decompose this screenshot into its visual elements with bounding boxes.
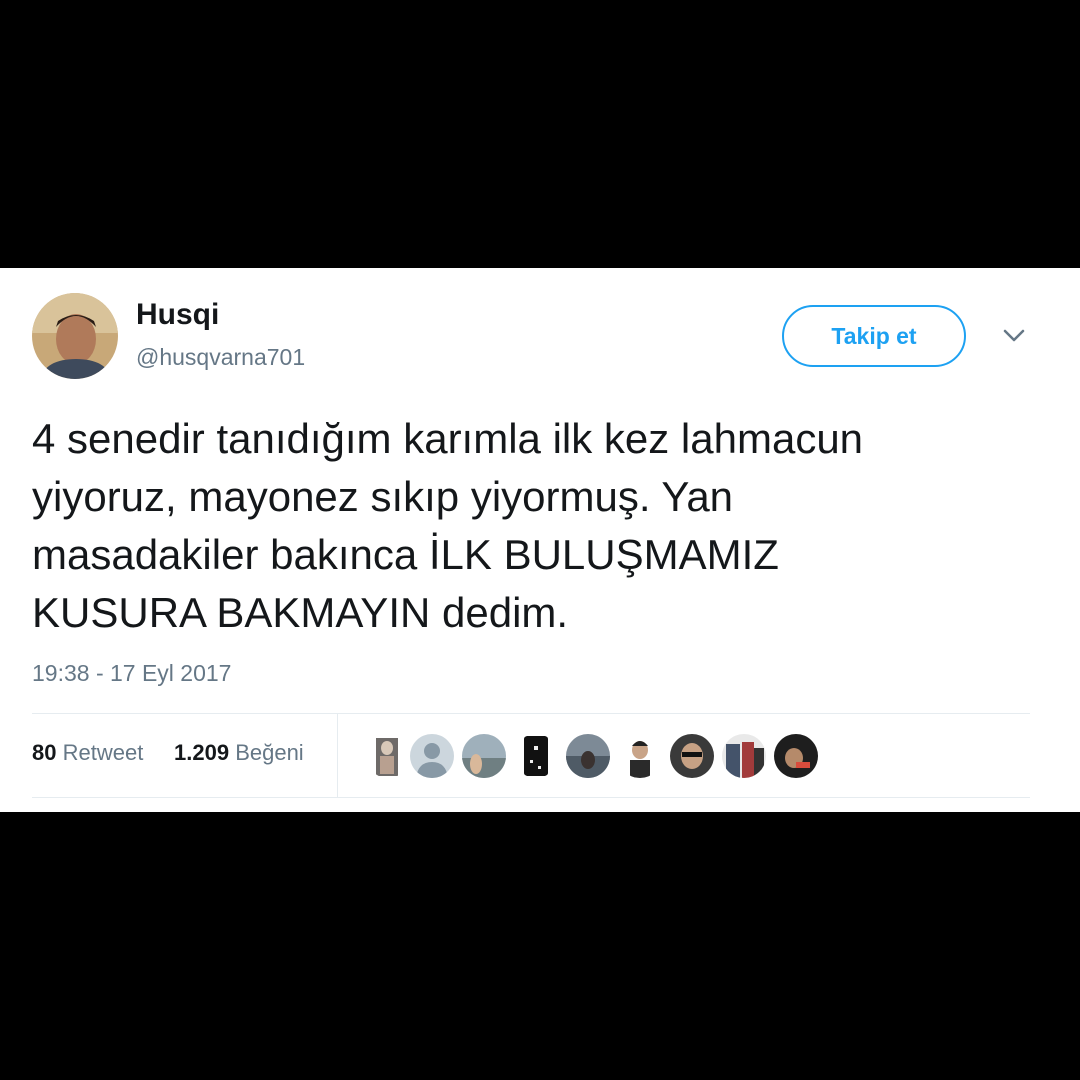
tweet-text-line: masadakiler bakınca İLK BULUŞMAMIZ	[32, 531, 779, 578]
liker-avatar[interactable]	[410, 734, 454, 778]
liker-avatar[interactable]	[670, 734, 714, 778]
retweet-stat[interactable]: 80 Retweet	[32, 740, 143, 766]
retweet-label: Retweet	[62, 740, 144, 765]
divider	[32, 797, 1030, 798]
user-handle[interactable]: @husqvarna701	[136, 344, 305, 371]
tweet-stats: 80 Retweet 1.209 Beğeni	[32, 714, 1030, 798]
liker-avatar[interactable]	[566, 734, 610, 778]
follow-button[interactable]: Takip et	[782, 305, 966, 367]
tweet-text-line: KUSURA BAKMAYIN dedim.	[32, 589, 569, 636]
profile-avatar[interactable]	[32, 293, 118, 379]
liker-avatar[interactable]	[618, 734, 662, 778]
like-label: Beğeni	[235, 740, 304, 765]
liker-avatar[interactable]	[774, 734, 818, 778]
display-name[interactable]: Husqi	[136, 298, 219, 332]
chevron-down-icon[interactable]	[1000, 326, 1028, 346]
like-count: 1.209	[174, 740, 230, 765]
tweet-text-line: yiyoruz, mayonez sıkıp yiyormuş. Yan	[32, 473, 734, 520]
liker-avatar[interactable]	[514, 734, 558, 778]
liker-avatar[interactable]	[722, 734, 766, 778]
like-stat[interactable]: 1.209 Beğeni	[174, 740, 304, 766]
stats-divider	[337, 714, 338, 798]
tweet-text-line: 4 senedir tanıdığım karımla ilk kez lahm…	[32, 415, 864, 462]
tweet-text: 4 senedir tanıdığım karımla ilk kez lahm…	[32, 410, 1042, 642]
tweet-timestamp[interactable]: 19:38 - 17 Eyl 2017	[32, 660, 231, 687]
liker-avatar[interactable]	[462, 734, 506, 778]
retweet-count: 80	[32, 740, 57, 765]
liker-avatar[interactable]	[366, 734, 410, 778]
tweet-card: Husqi @husqvarna701 Takip et 4 senedir t…	[0, 268, 1080, 812]
